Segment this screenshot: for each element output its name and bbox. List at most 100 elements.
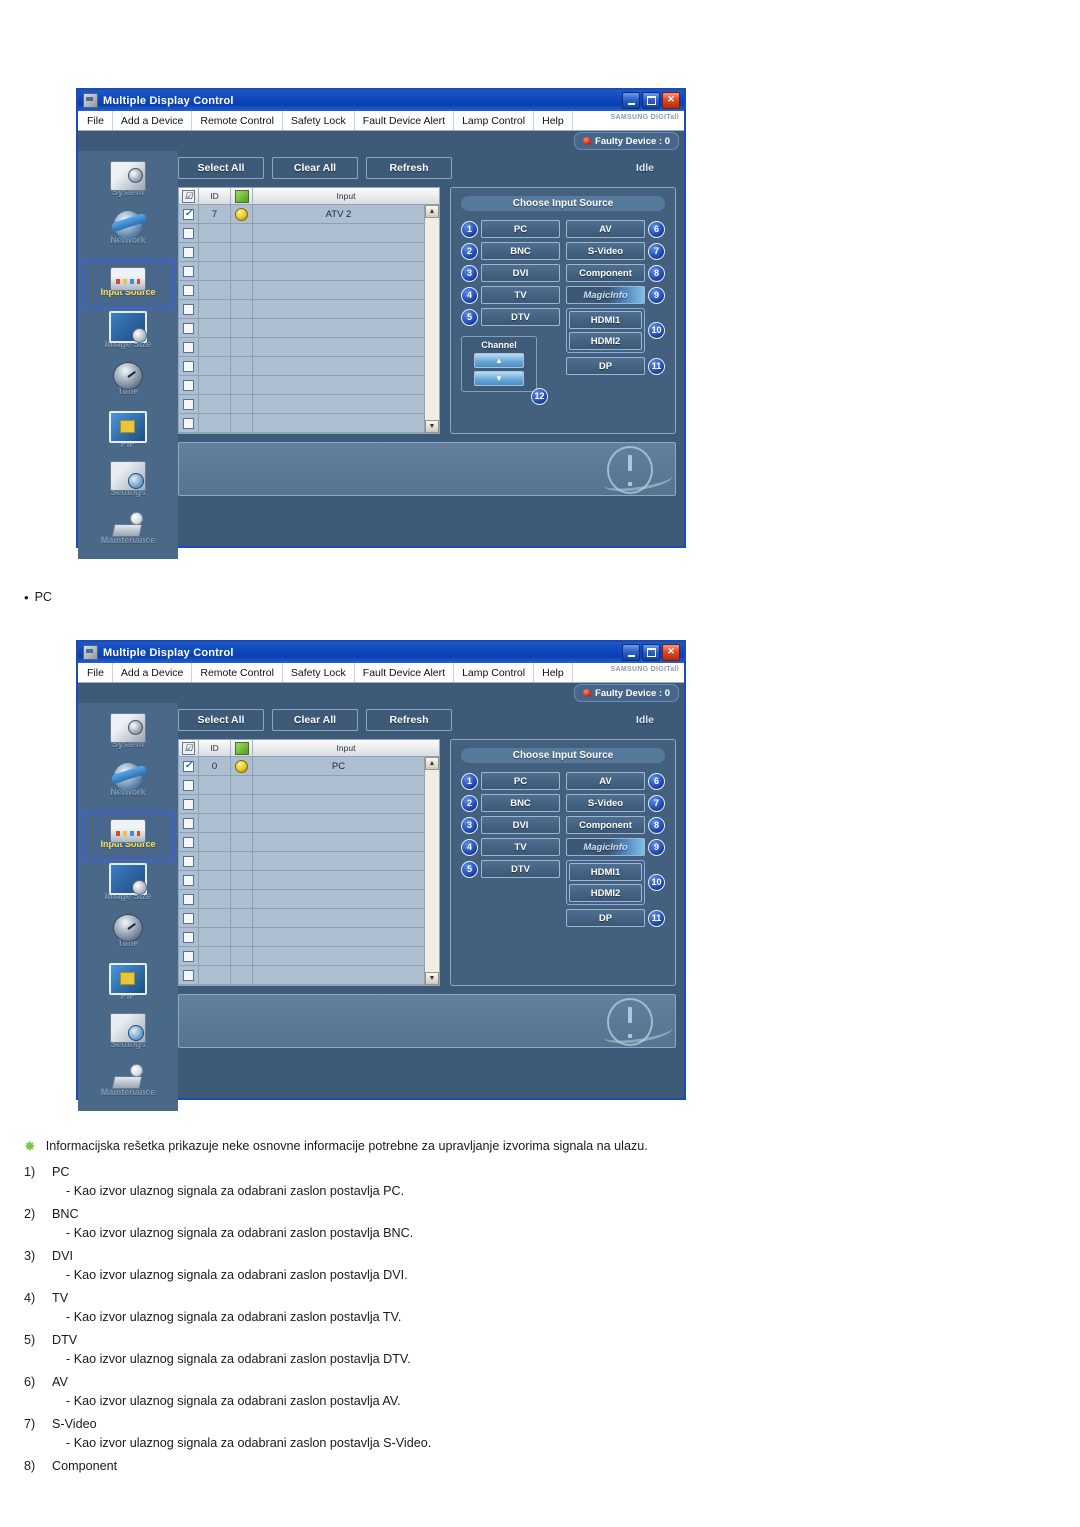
row-checkbox-cell[interactable] xyxy=(179,814,199,832)
sidebar-item-network[interactable]: Network xyxy=(82,761,174,811)
menu-item-add-a-device[interactable]: Add a Device xyxy=(113,663,193,682)
sidebar-item-system[interactable]: System xyxy=(82,711,174,761)
close-button[interactable]: ✕ xyxy=(662,644,680,661)
minimize-button[interactable] xyxy=(622,92,640,109)
menu-item-remote-control[interactable]: Remote Control xyxy=(192,111,283,130)
row-checkbox-icon[interactable] xyxy=(183,246,194,258)
input-button-pc[interactable]: PC xyxy=(481,220,560,238)
row-checkbox-icon[interactable] xyxy=(183,779,194,791)
select-all-button[interactable]: Select All xyxy=(178,157,264,179)
menu-item-help[interactable]: Help xyxy=(534,663,573,682)
sidebar-item-image-size[interactable]: Image Size xyxy=(82,309,174,359)
table-row[interactable] xyxy=(179,947,424,966)
scroll-down-arrow-icon[interactable]: ▼ xyxy=(425,420,439,433)
input-button-dtv[interactable]: DTV xyxy=(481,308,560,326)
row-checkbox-cell[interactable] xyxy=(179,833,199,851)
menu-item-lamp-control[interactable]: Lamp Control xyxy=(454,111,535,130)
table-row[interactable] xyxy=(179,319,424,338)
row-checkbox-icon[interactable] xyxy=(183,874,194,886)
row-checkbox-cell[interactable] xyxy=(179,928,199,946)
table-row[interactable] xyxy=(179,928,424,947)
scroll-track[interactable] xyxy=(425,218,439,420)
row-checkbox-cell[interactable] xyxy=(179,890,199,908)
grid-scrollbar[interactable]: ▲ ▼ xyxy=(424,757,439,985)
row-checkbox-icon[interactable] xyxy=(183,798,194,810)
table-row[interactable] xyxy=(179,833,424,852)
scroll-track[interactable] xyxy=(425,770,439,972)
input-button-magicinfo[interactable]: MagicInfo xyxy=(566,838,645,856)
grid-header-checkbox-cell[interactable]: ☑ xyxy=(179,740,199,756)
row-checkbox-icon[interactable] xyxy=(183,417,194,429)
select-all-checkbox-icon[interactable]: ☑ xyxy=(182,189,195,203)
row-checkbox-cell[interactable] xyxy=(179,376,199,394)
sidebar-item-system[interactable]: System xyxy=(82,159,174,209)
input-button-s-video[interactable]: S-Video xyxy=(566,242,645,260)
row-checkbox-icon[interactable] xyxy=(183,817,194,829)
row-checkbox-icon[interactable] xyxy=(183,912,194,924)
row-checkbox-cell[interactable] xyxy=(179,300,199,318)
row-checkbox-cell[interactable] xyxy=(179,795,199,813)
sidebar-item-image-size[interactable]: Image Size xyxy=(82,861,174,911)
menu-item-fault-device-alert[interactable]: Fault Device Alert xyxy=(355,111,455,130)
minimize-button[interactable] xyxy=(622,644,640,661)
input-button-tv[interactable]: TV xyxy=(481,286,560,304)
menu-item-lamp-control[interactable]: Lamp Control xyxy=(454,663,535,682)
input-button-dtv[interactable]: DTV xyxy=(481,860,560,878)
maximize-button[interactable] xyxy=(642,92,660,109)
table-row[interactable] xyxy=(179,300,424,319)
input-button-av[interactable]: AV xyxy=(566,772,645,790)
title-bar[interactable]: Multiple Display Control ✕ xyxy=(78,642,684,663)
table-row[interactable] xyxy=(179,966,424,985)
row-checkbox-cell[interactable] xyxy=(179,909,199,927)
table-row[interactable] xyxy=(179,890,424,909)
row-checkbox-cell[interactable] xyxy=(179,262,199,280)
table-row[interactable] xyxy=(179,357,424,376)
select-all-button[interactable]: Select All xyxy=(178,709,264,731)
row-checkbox-icon[interactable] xyxy=(183,303,194,315)
input-button-hdmi2[interactable]: HDMI2 xyxy=(569,884,642,902)
row-checkbox-icon[interactable] xyxy=(183,398,194,410)
channel-up-button[interactable]: ▲ xyxy=(474,353,524,368)
scroll-down-arrow-icon[interactable]: ▼ xyxy=(425,972,439,985)
sidebar-item-input-source[interactable]: Input Source xyxy=(82,259,174,309)
row-checkbox-cell[interactable] xyxy=(179,966,199,984)
table-row[interactable]: ✓ 7 ATV 2 xyxy=(179,205,424,224)
input-button-dvi[interactable]: DVI xyxy=(481,816,560,834)
input-button-hdmi1[interactable]: HDMI1 xyxy=(569,863,642,881)
table-row[interactable] xyxy=(179,909,424,928)
input-button-dvi[interactable]: DVI xyxy=(481,264,560,282)
table-row[interactable] xyxy=(179,852,424,871)
sidebar-item-pip[interactable]: PIP xyxy=(82,961,174,1011)
close-button[interactable]: ✕ xyxy=(662,92,680,109)
row-checkbox-icon[interactable] xyxy=(183,931,194,943)
input-button-hdmi2[interactable]: HDMI2 xyxy=(569,332,642,350)
menu-item-safety-lock[interactable]: Safety Lock xyxy=(283,663,355,682)
input-button-component[interactable]: Component xyxy=(566,264,645,282)
refresh-button[interactable]: Refresh xyxy=(366,157,452,179)
scroll-up-arrow-icon[interactable]: ▲ xyxy=(425,205,439,218)
row-checkbox-cell[interactable] xyxy=(179,414,199,432)
table-row[interactable] xyxy=(179,414,424,433)
table-row[interactable] xyxy=(179,395,424,414)
table-row[interactable]: ✓ 0 PC xyxy=(179,757,424,776)
menu-item-safety-lock[interactable]: Safety Lock xyxy=(283,111,355,130)
menu-item-file[interactable]: File xyxy=(78,111,113,130)
table-row[interactable] xyxy=(179,262,424,281)
row-checkbox-icon[interactable] xyxy=(183,969,194,981)
row-checkbox-cell[interactable] xyxy=(179,357,199,375)
sidebar-item-settings[interactable]: Settings xyxy=(82,459,174,509)
row-checkbox-icon[interactable] xyxy=(183,265,194,277)
row-checkbox-icon[interactable] xyxy=(183,360,194,372)
clear-all-button[interactable]: Clear All xyxy=(272,709,358,731)
row-checkbox-icon[interactable] xyxy=(183,341,194,353)
select-all-checkbox-icon[interactable]: ☑ xyxy=(182,741,195,755)
row-checkbox-cell[interactable] xyxy=(179,319,199,337)
row-checkbox-icon[interactable]: ✓ xyxy=(183,208,194,220)
row-checkbox-icon[interactable] xyxy=(183,893,194,905)
grid-header-checkbox-cell[interactable]: ☑ xyxy=(179,188,199,204)
sidebar-item-time[interactable]: Time xyxy=(82,911,174,961)
sidebar-item-network[interactable]: Network xyxy=(82,209,174,259)
table-row[interactable] xyxy=(179,243,424,262)
title-bar[interactable]: Multiple Display Control ✕ xyxy=(78,90,684,111)
clear-all-button[interactable]: Clear All xyxy=(272,157,358,179)
